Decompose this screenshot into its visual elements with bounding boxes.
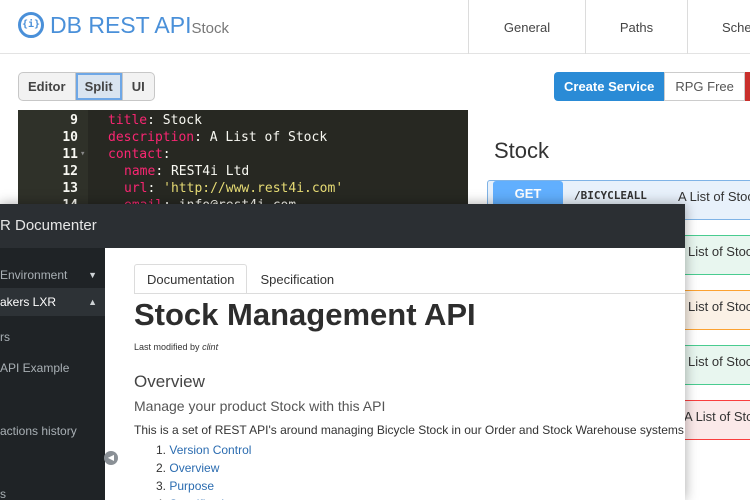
caret-icon: ▼ xyxy=(88,270,97,280)
toc-item: 4. Specification xyxy=(156,495,251,500)
sidebar-item[interactable]: akers LXR ▲ xyxy=(0,288,105,316)
toc-item: 3. Purpose xyxy=(156,477,251,495)
documenter-window: R Documenter Environment ▼ akers LXR ▲ rs API… xyxy=(0,204,685,500)
collapse-sidebar-icon[interactable]: ◀ xyxy=(104,451,118,465)
tab-documentation[interactable]: Documentation xyxy=(134,264,248,293)
sidebar-item[interactable]: Environment ▼ xyxy=(0,261,105,289)
doc-tabs: Documentation Specification xyxy=(134,264,347,293)
split-mode-button[interactable]: Split xyxy=(75,73,123,100)
yaml-value: REST4i Ltd xyxy=(170,164,250,179)
sidebar-item-label: s xyxy=(0,487,6,500)
operation-path: /BICYCLEALL xyxy=(574,189,647,202)
sidebar-item[interactable]: s xyxy=(0,480,105,500)
operation-summary: A List of Stock xyxy=(678,189,750,204)
code-line: 12 name: REST4i Ltd xyxy=(18,163,468,180)
code-line: 9 title: Stock xyxy=(18,112,468,129)
danger-button[interactable]: D xyxy=(744,72,750,101)
sidebar-item-label: akers LXR xyxy=(0,295,57,309)
yaml-editor[interactable]: 9 title: Stock 10 description: A List of St… xyxy=(18,110,468,210)
yaml-colon: : xyxy=(155,164,171,179)
yaml-key: url xyxy=(124,181,148,196)
sidebar-item-label: actions history xyxy=(0,424,77,438)
yaml-key: description xyxy=(108,130,195,145)
caret-icon: ▲ xyxy=(88,297,97,307)
operation-summary: List of Stock xyxy=(688,299,750,314)
overview-heading: Overview xyxy=(134,372,205,391)
editor-mode-button[interactable]: Editor xyxy=(19,73,76,100)
modified-author: clint xyxy=(202,342,219,352)
code-text: title: Stock xyxy=(108,112,202,129)
top-tabs: General Paths Sche xyxy=(468,0,750,54)
code-line: 10 description: A List of Stock xyxy=(18,129,468,146)
toc-link[interactable]: Overview xyxy=(169,461,219,475)
tab-paths[interactable]: Paths xyxy=(585,0,687,54)
modified-prefix: Last modified by xyxy=(134,342,200,352)
yaml-colon: : xyxy=(162,147,171,162)
sidebar-item-label: rs xyxy=(0,330,10,344)
yaml-colon: : xyxy=(147,181,164,196)
code-line: 13 url: 'http://www.rest4i.com' xyxy=(18,180,468,197)
top-bar: {i} DB REST APIStock General Paths Sche xyxy=(0,0,750,54)
lead-text: Manage your product Stock with this API xyxy=(134,398,386,414)
preview-title: Stock xyxy=(494,138,550,163)
sidebar-item[interactable]: rs xyxy=(0,323,105,351)
tab-specification[interactable]: Specification xyxy=(247,264,347,293)
app-title-text: DB REST API xyxy=(50,12,192,38)
yaml-key: title xyxy=(108,113,148,128)
yaml-colon: : xyxy=(147,113,163,128)
ui-mode-button[interactable]: UI xyxy=(123,73,154,100)
line-number: 12 xyxy=(62,164,78,179)
tab-general[interactable]: General xyxy=(468,0,585,54)
fold-toggle-icon[interactable]: ▾ xyxy=(80,146,85,163)
line-number: 11 xyxy=(62,147,78,162)
line-number: 13 xyxy=(62,181,78,196)
toc-item: 2. Overview xyxy=(156,459,251,477)
documentation-content: Documentation Specification Stock Manage… xyxy=(118,248,685,500)
yaml-value: A List of Stock xyxy=(209,130,328,145)
code-text: contact: xyxy=(108,146,171,163)
sidebar-item-label: API Example xyxy=(0,361,70,375)
documenter-sidebar: Environment ▼ akers LXR ▲ rs API Example actio… xyxy=(0,248,105,500)
last-modified: Last modified by clint xyxy=(134,342,218,352)
toc-number: 3. xyxy=(156,479,167,493)
code-text: description: A List of Stock xyxy=(108,129,327,146)
operation-summary: List of Stock xyxy=(688,354,750,369)
yaml-value: Stock xyxy=(162,113,202,128)
yaml-key: name xyxy=(124,164,156,179)
tabs-divider xyxy=(134,293,685,294)
documenter-header: R Documenter xyxy=(0,204,685,248)
app-title: DB REST APIStock xyxy=(50,12,229,39)
documenter-title: R Documenter xyxy=(0,217,97,234)
code-text: name: REST4i Ltd xyxy=(124,163,249,180)
toc-link[interactable]: Purpose xyxy=(169,479,214,493)
page-title: Stock Management API xyxy=(134,297,476,332)
toc-number: 2. xyxy=(156,461,167,475)
line-number: 9 xyxy=(70,113,78,128)
create-service-button[interactable]: Create Service xyxy=(554,72,665,101)
app-subtitle: Stock xyxy=(191,20,229,37)
yaml-key: contact xyxy=(108,147,163,162)
rpg-free-button[interactable]: RPG Free xyxy=(664,72,745,101)
description-text: This is a set of REST API's around manag… xyxy=(134,423,684,437)
view-mode-toggle: Editor Split UI xyxy=(18,72,155,101)
sidebar-item[interactable]: actions history xyxy=(0,417,105,445)
sidebar-item-label: Environment xyxy=(0,268,68,282)
operation-summary: A List of Stock xyxy=(684,409,750,424)
sidebar-item[interactable]: API Example xyxy=(0,354,105,382)
code-text: url: 'http://www.rest4i.com' xyxy=(124,180,343,197)
api-logo-icon: {i} xyxy=(18,12,44,38)
yaml-value: 'http://www.rest4i.com' xyxy=(163,181,344,196)
sidebar-item[interactable] xyxy=(0,449,105,477)
service-actions: Create Service RPG Free D xyxy=(554,72,750,101)
operation-summary: List of Stock xyxy=(688,244,750,259)
toc-link[interactable]: Version Control xyxy=(169,443,251,457)
toc-number: 1. xyxy=(156,443,167,457)
yaml-colon: : xyxy=(194,130,210,145)
toc-item: 1. Version Control xyxy=(156,441,251,459)
tab-schemas[interactable]: Sche xyxy=(687,0,750,54)
sidebar-item[interactable] xyxy=(0,386,105,414)
line-number: 10 xyxy=(62,130,78,145)
table-of-contents: 1. Version Control2. Overview3. Purpose4… xyxy=(156,441,251,500)
code-line: 11 ▾ contact: xyxy=(18,146,468,163)
